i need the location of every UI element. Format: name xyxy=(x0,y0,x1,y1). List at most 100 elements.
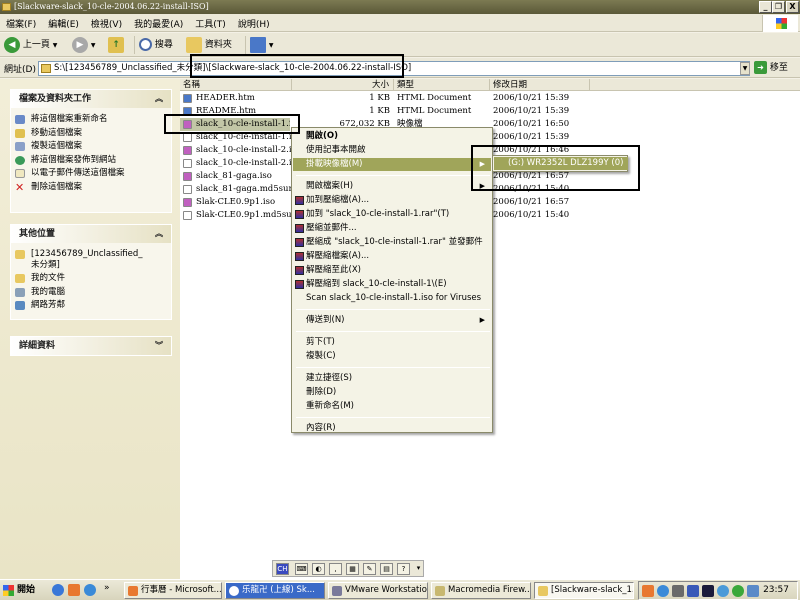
quicklaunch-icon[interactable] xyxy=(68,584,80,596)
tray-icon[interactable] xyxy=(687,585,699,597)
publish-file-link[interactable]: 將這個檔案發佈到網站 xyxy=(11,155,171,166)
context-menu-item[interactable]: 傳送到(N) ▶ xyxy=(293,314,491,327)
dropdown-icon[interactable]: ▼ xyxy=(91,42,96,49)
views-button[interactable]: ▼ xyxy=(245,36,274,54)
go-button[interactable]: ➜ 移至 xyxy=(754,61,788,76)
move-file-link[interactable]: 移動這個檔案 xyxy=(11,128,171,139)
collapse-icon[interactable]: ︽ xyxy=(155,90,163,108)
taskbar-button-explorer[interactable]: [Slackware-slack_1... xyxy=(534,582,634,599)
file-name-cell[interactable]: Slak-CLE0.9p1.md5sum. xyxy=(180,209,292,222)
restore-button[interactable]: ❐ xyxy=(772,1,785,13)
file-modified-cell: 2006/10/21 16:57 xyxy=(493,197,570,207)
quicklaunch-icon[interactable] xyxy=(84,584,96,596)
file-name-cell[interactable]: slack_10-cle-install-2.iso. xyxy=(180,157,292,170)
clock[interactable]: 23:57 xyxy=(763,582,789,599)
punctuation-icon[interactable]: , xyxy=(329,563,342,575)
search-button[interactable]: 搜尋 xyxy=(134,36,173,54)
expand-icon[interactable]: ︾ xyxy=(155,337,163,355)
menu-favorites[interactable]: 我的最愛(A) xyxy=(128,14,189,31)
parent-folder-link[interactable]: [123456789_Unclassified_未分類] xyxy=(11,249,143,270)
menu-tools[interactable]: 工具(T) xyxy=(189,14,232,31)
my-documents-link[interactable]: 我的文件 xyxy=(11,273,171,284)
column-name[interactable]: 名稱 xyxy=(180,79,292,91)
context-menu-item[interactable]: 開啟(O) xyxy=(293,130,491,143)
keyboard-icon[interactable]: ⌨ xyxy=(295,563,308,575)
menu-file[interactable]: 檔案(F) xyxy=(0,14,42,31)
file-name-cell[interactable]: slack_10-cle-install-2.iso xyxy=(180,144,292,157)
forward-button[interactable]: ▶ ▼ xyxy=(72,36,96,54)
taskbar-button-fireworks[interactable]: Macromedia Firew... xyxy=(431,582,531,599)
taskbar-button-label: 乐龍卍 (上線) Sk... xyxy=(242,585,315,595)
close-button[interactable]: X xyxy=(786,1,799,13)
my-computer-link[interactable]: 我的電腦 xyxy=(11,287,171,298)
rename-file-link[interactable]: 將這個檔案重新命名 xyxy=(11,114,171,125)
collapse-icon[interactable]: ︽ xyxy=(155,225,163,243)
fireworks-icon xyxy=(435,586,445,596)
copy-file-link[interactable]: 複製這個檔案 xyxy=(11,141,171,152)
quicklaunch-expand-icon[interactable]: » xyxy=(104,583,110,593)
file-name-cell[interactable]: slack_81-gaga.iso xyxy=(180,170,292,183)
context-menu-item[interactable]: 建立捷徑(S) xyxy=(293,372,491,385)
context-menu-item[interactable]: 刪除(D) xyxy=(293,386,491,399)
tray-icon[interactable] xyxy=(732,585,744,597)
help-icon[interactable]: ? xyxy=(397,563,410,575)
dropdown-icon[interactable]: ▼ xyxy=(53,42,58,49)
annotation-box-submenu xyxy=(471,145,640,191)
address-dropdown-button[interactable]: ▼ xyxy=(740,62,750,75)
context-menu-item[interactable]: 重新命名(M) xyxy=(293,400,491,413)
folders-button[interactable]: 資料夾 xyxy=(186,36,232,54)
context-menu-item[interactable]: 壓縮並郵件... xyxy=(293,222,491,235)
context-menu-item[interactable]: 內容(R) xyxy=(293,422,491,435)
context-menu-item[interactable]: 加到 "slack_10-cle-install-1.rar"(T) xyxy=(293,208,491,221)
taskbar-button-calendar[interactable]: 行事曆 - Microsoft... xyxy=(124,582,222,599)
tray-icon[interactable] xyxy=(642,585,654,597)
context-menu-item[interactable]: 開啟檔案(H) ▶ xyxy=(293,180,491,193)
language-indicator[interactable]: CH xyxy=(276,563,289,575)
title-bar[interactable]: [Slackware-slack_10-cle-2004.06.22-insta… xyxy=(0,0,800,14)
file-name-cell[interactable]: Slak-CLE0.9p1.iso xyxy=(180,196,292,209)
options-icon[interactable]: ▾ xyxy=(412,563,425,575)
ie-icon[interactable] xyxy=(52,584,64,596)
delete-file-link[interactable]: ✕ 刪除這個檔案 xyxy=(11,182,171,193)
details-header[interactable]: 詳細資料 ︾ xyxy=(11,337,171,355)
context-menu-item[interactable]: 使用記事本開啟 xyxy=(293,144,491,157)
context-menu-item[interactable]: 剪下(T) xyxy=(293,336,491,349)
taskbar-button-vmware[interactable]: VMware Workstation xyxy=(328,582,428,599)
dropdown-icon[interactable]: ▼ xyxy=(269,42,274,49)
column-size[interactable]: 大小 xyxy=(292,79,394,91)
file-row[interactable]: HEADER.htm 1 KB HTML Document 2006/10/21 15… xyxy=(180,92,800,105)
tray-icon[interactable] xyxy=(672,585,684,597)
context-menu-item[interactable]: 解壓縮檔案(A)... xyxy=(293,250,491,263)
column-type[interactable]: 類型 xyxy=(394,79,490,91)
network-places-link[interactable]: 網路芳鄰 xyxy=(11,300,171,311)
file-tasks-header[interactable]: 檔案及資料夾工作 ︽ xyxy=(11,90,171,108)
settings-icon[interactable]: ▤ xyxy=(380,563,393,575)
context-menu-item[interactable]: 壓縮成 "slack_10-cle-install-1.rar" 並發郵件 xyxy=(293,236,491,249)
pen-icon[interactable]: ✎ xyxy=(363,563,376,575)
soft-keyboard-icon[interactable]: ▦ xyxy=(346,563,359,575)
menu-help[interactable]: 說明(H) xyxy=(232,14,276,31)
context-menu-item[interactable]: Scan slack_10-cle-install-1.iso for Viru… xyxy=(293,292,491,305)
context-menu-item[interactable]: 複製(C) xyxy=(293,350,491,363)
input-mode-icon[interactable]: ◐ xyxy=(312,563,325,575)
tray-icon[interactable] xyxy=(657,585,669,597)
other-places-header[interactable]: 其他位置 ︽ xyxy=(11,225,171,243)
context-menu-item[interactable]: 掛載映像檔(M) ▶ xyxy=(293,158,491,171)
taskbar-button-chat[interactable]: 乐龍卍 (上線) Sk... xyxy=(225,582,325,599)
minimize-button[interactable]: _ xyxy=(759,1,772,13)
menu-edit[interactable]: 編輯(E) xyxy=(42,14,85,31)
tray-icon[interactable] xyxy=(747,585,759,597)
column-modified[interactable]: 修改日期 xyxy=(490,79,590,91)
start-button[interactable]: 開始 xyxy=(1,582,43,599)
email-file-link[interactable]: 以電子郵件傳送這個檔案 xyxy=(11,168,171,179)
context-menu-item[interactable]: 解壓縮至此(X) xyxy=(293,264,491,277)
back-button[interactable]: ◀ 上一頁 ▼ xyxy=(4,36,57,54)
tray-icon[interactable] xyxy=(702,585,714,597)
file-name-cell[interactable]: HEADER.htm xyxy=(180,92,292,105)
tray-icon[interactable] xyxy=(717,585,729,597)
file-name-cell[interactable]: slack_81-gaga.md5sum.t xyxy=(180,183,292,196)
context-menu-item[interactable]: 加到壓縮檔(A)... xyxy=(293,194,491,207)
up-folder-button[interactable]: ↑ xyxy=(108,36,124,54)
menu-view[interactable]: 檢視(V) xyxy=(85,14,128,31)
context-menu-item[interactable]: 解壓縮到 slack_10-cle-install-1\(E) xyxy=(293,278,491,291)
